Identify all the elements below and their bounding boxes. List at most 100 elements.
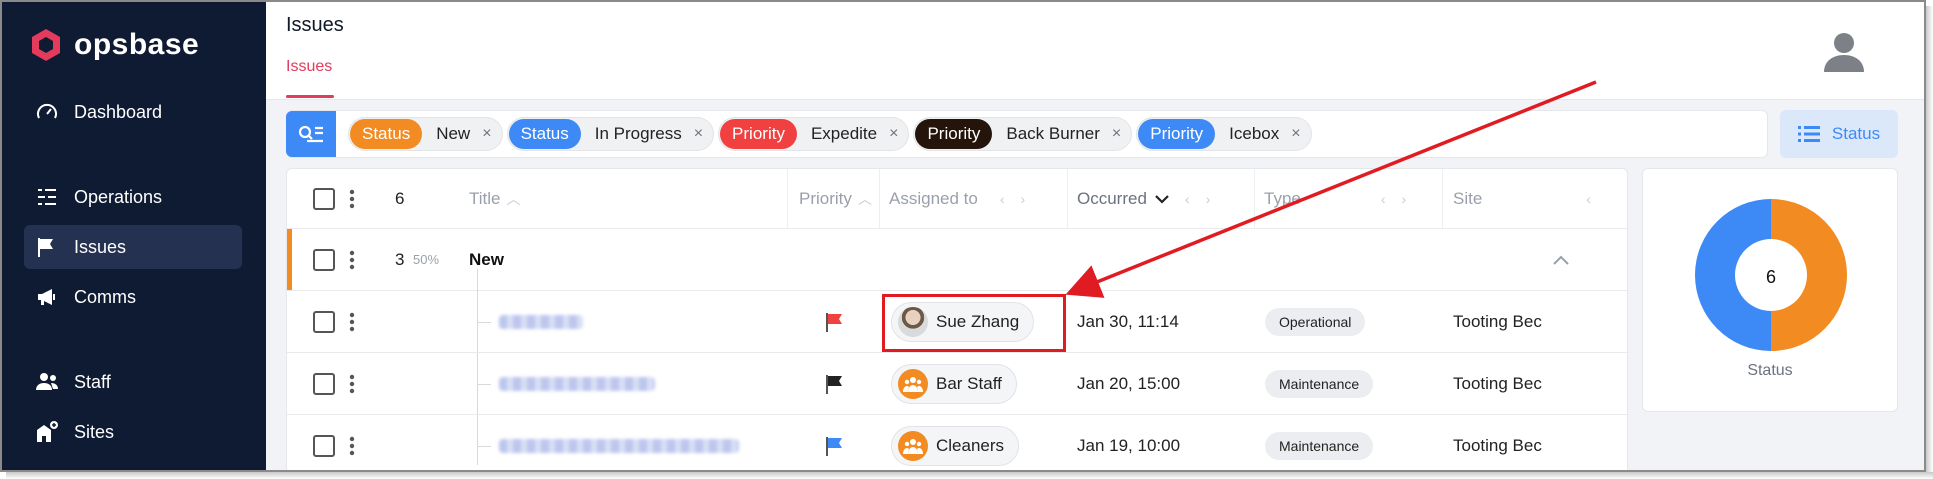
filter-chip-priority-back-burner[interactable]: Priority Back Burner × [913,117,1133,151]
frame-shadow [6,472,1933,479]
redacted-title[interactable] [499,353,655,414]
sidebar-item-comms[interactable]: Comms [24,275,242,319]
assignee-pill[interactable]: Bar Staff [891,363,1017,404]
row-checkbox[interactable] [313,434,335,457]
remove-filter-icon[interactable]: × [694,125,703,143]
type-cell: Maintenance [1265,353,1374,414]
megaphone-icon [34,284,60,310]
type-badge: Maintenance [1265,369,1374,398]
assignee-cell[interactable]: Bar Staff [891,353,1017,414]
group-percent: 50% [413,252,440,267]
row-checkbox[interactable] [313,310,335,333]
site-name: Tooting Bec [1453,311,1542,331]
chevron-left-icon[interactable]: ‹ [1185,191,1190,207]
column-divider [787,169,788,229]
occurred-date: Jan 30, 11:14 [1077,311,1179,331]
remove-filter-icon[interactable]: × [482,125,491,143]
sidebar-item-sites[interactable]: Sites [24,410,242,454]
column-divider [1442,169,1443,229]
column-header-occurred[interactable]: Occurred ‹ › [1077,169,1210,228]
filter-chip-priority-expedite[interactable]: Priority Expedite × [718,117,910,151]
chevron-right-icon[interactable]: › [1402,191,1407,207]
filter-chip-key: Priority [915,119,993,149]
priority-flag-icon [823,353,845,414]
app-name: opsbase [74,28,200,61]
table-row[interactable]: Bar Staff Jan 20, 15:00 Maintenance Toot… [287,353,1627,415]
sidebar-item-issues[interactable]: Issues [24,225,242,269]
remove-filter-icon[interactable]: × [1291,125,1300,143]
user-avatar-icon[interactable] [1822,30,1866,74]
row-checkbox[interactable] [313,372,335,395]
collapse-group-icon[interactable] [1553,229,1569,290]
group-by-status-button[interactable]: Status [1780,110,1898,158]
column-header-priority[interactable]: Priority ︿ [799,169,872,228]
column-divider [1067,169,1068,229]
app-logo[interactable]: opsbase [30,28,199,62]
column-label: Title [469,188,501,208]
select-all-checkbox[interactable] [313,187,335,210]
redacted-title[interactable] [499,415,739,470]
column-label: Type [1264,188,1301,208]
chevron-left-icon[interactable]: ‹ [1381,191,1386,207]
people-icon [34,369,60,395]
flag-icon [34,234,60,260]
sidebar-item-label: Dashboard [74,101,163,122]
list-lines-icon [34,184,60,210]
column-label: Occurred [1077,188,1147,208]
type-cell: Operational [1265,291,1366,352]
filter-chip-key: Status [508,119,581,149]
filter-chip-status-in-progress[interactable]: Status In Progress × [506,117,715,151]
sidebar-item-operations[interactable]: Operations [24,175,242,219]
assignee-pill[interactable]: Cleaners [891,425,1020,466]
column-divider [879,169,880,229]
remove-filter-icon[interactable]: × [1112,125,1121,143]
filter-chip-value: Expedite [810,124,878,143]
sidebar-item-dashboard[interactable]: Dashboard [24,90,242,134]
group-row-new[interactable]: 3 50% New [287,229,1627,291]
column-header-site[interactable]: Site ‹ [1453,169,1591,228]
status-chart-card[interactable]: 6 Status [1642,168,1898,412]
row-more-icon[interactable] [349,436,357,456]
row-more-icon[interactable] [349,374,357,394]
column-header-title[interactable]: Title ︿ [469,169,521,228]
tab-issues[interactable]: Issues [286,58,332,76]
redacted-title[interactable] [499,291,583,352]
filter-chip-status-new[interactable]: Status New × [348,117,503,151]
group-label: New [469,249,504,269]
row-more-icon[interactable] [349,312,357,332]
group-by-label: Status [1831,124,1881,143]
annotation-highlight-box [882,294,1066,352]
sidebar-item-staff[interactable]: Staff [24,360,242,404]
remove-filter-icon[interactable]: × [889,125,898,143]
table-row[interactable]: Cleaners Jan 19, 10:00 Maintenance Tooti… [287,415,1627,470]
sidebar-item-label: Staff [74,371,111,392]
opsbase-logo-icon [32,29,60,61]
column-label: Site [1453,188,1483,208]
column-divider [1254,169,1255,229]
sort-down-icon [1155,194,1169,204]
header-more-icon[interactable] [349,189,357,209]
donut-total: 6 [1765,267,1776,287]
occurred-date: Jan 20, 15:00 [1077,373,1181,393]
chevron-left-icon[interactable]: ‹ [1586,191,1591,207]
group-more-icon[interactable] [349,250,357,270]
chevron-right-icon[interactable]: › [1021,191,1026,207]
gauge-icon [34,99,60,125]
filter-chip-value: Back Burner [1006,124,1100,143]
assignee-cell[interactable]: Cleaners [891,415,1020,470]
filter-search-button[interactable] [286,111,336,157]
site-name: Tooting Bec [1453,435,1542,455]
filter-chip-value: New [436,124,471,143]
column-header-assigned-to[interactable]: Assigned to ‹ › [889,169,1025,228]
chart-label: Status [1747,362,1793,379]
priority-flag-icon [823,415,845,470]
filter-chip-priority-icebox[interactable]: Priority Icebox × [1136,117,1312,151]
chevron-left-icon[interactable]: ‹ [1000,191,1005,207]
site-name: Tooting Bec [1453,373,1542,393]
group-checkbox[interactable] [313,248,335,271]
page-header: Issues Issues [266,2,1924,100]
column-label: Priority [799,188,852,208]
chevron-right-icon[interactable]: › [1206,191,1211,207]
column-header-type[interactable]: Type ‹ › [1264,169,1406,228]
sort-up-icon: ︿ [857,190,872,207]
